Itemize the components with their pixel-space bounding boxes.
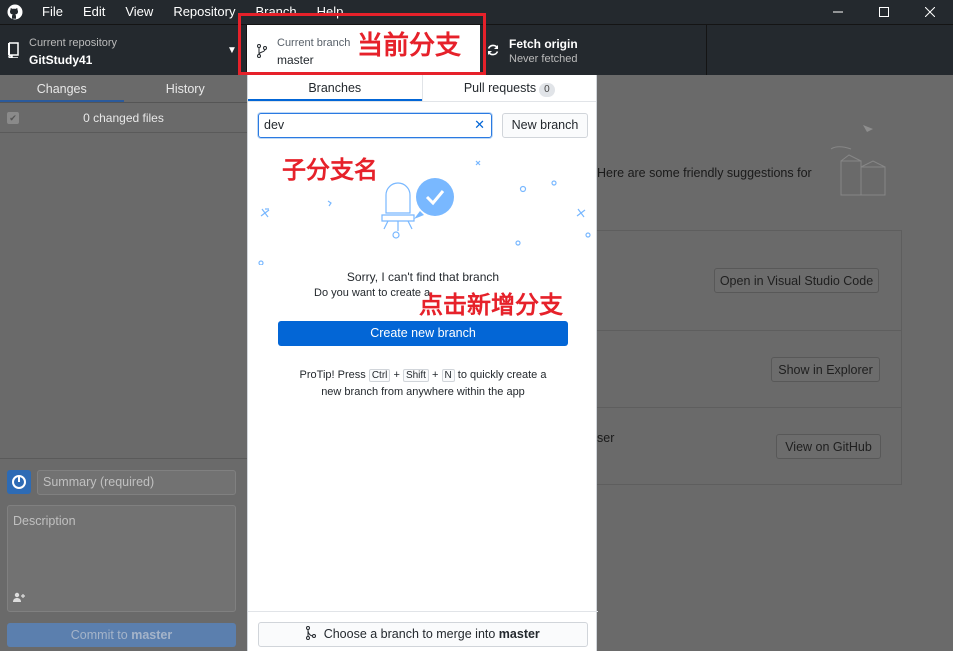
sync-icon	[486, 43, 500, 60]
git-merge-icon	[306, 626, 323, 641]
pull-request-count-badge: 0	[539, 83, 555, 97]
select-all-checkbox[interactable]: ✔	[7, 112, 19, 124]
avatar	[7, 470, 31, 494]
repo-icon	[7, 42, 19, 61]
branch-filter-input[interactable]: dev ✕	[258, 113, 492, 138]
description-placeholder: Description	[13, 514, 76, 528]
merge-prefix: Choose a branch to merge into	[323, 627, 499, 641]
annotation-current-branch: 当前分支	[357, 31, 462, 61]
merge-bar: Choose a branch to merge into master	[248, 611, 598, 651]
changed-files-header: ✔ 0 changed files	[0, 103, 247, 133]
sidebar-tabs: Changes History	[0, 75, 247, 103]
repository-name: GitStudy41	[29, 53, 93, 67]
add-coauthor-icon[interactable]	[13, 592, 25, 605]
commit-prefix: Commit to	[70, 628, 132, 642]
new-branch-button[interactable]: New branch	[502, 113, 588, 138]
main-content: Here are some friendly suggestions for O…	[597, 75, 953, 651]
menu-edit[interactable]: Edit	[73, 0, 115, 24]
commit-form: Summary (required) Description Commit to…	[0, 458, 247, 651]
sidebar: Changes History ✔ 0 changed files Summar…	[0, 75, 247, 651]
maximize-icon[interactable]	[861, 0, 907, 24]
show-in-explorer-button[interactable]: Show in Explorer	[771, 357, 880, 382]
desk-illustration-icon	[827, 121, 907, 204]
key-shift: Shift	[402, 369, 429, 382]
commit-button[interactable]: Commit to master	[7, 623, 236, 647]
no-branch-message: Sorry, I can't find that branch	[346, 270, 500, 284]
fetch-status: Never fetched	[509, 53, 578, 65]
annotation-click-new-branch: 点击新增分支	[419, 291, 563, 319]
annotation-sub-branch-name: 子分支名	[282, 156, 378, 184]
current-repository-button[interactable]: Current repository GitStudy41 ▼	[0, 25, 247, 75]
tab-history[interactable]: History	[124, 75, 248, 102]
create-branch-question: Do you want to create a	[314, 287, 431, 299]
suggestions-text: Here are some friendly suggestions for	[597, 166, 812, 180]
branch-filter-value: dev	[264, 118, 285, 132]
key-n: N	[441, 369, 455, 382]
merge-target-branch: master	[498, 627, 540, 641]
tab-pull-requests[interactable]: Pull requests 0	[421, 75, 597, 101]
key-ctrl: Ctrl	[368, 369, 391, 382]
github-logo-icon	[0, 0, 30, 24]
tab-branches[interactable]: Branches	[248, 75, 422, 101]
view-on-github-button[interactable]: View on GitHub	[776, 434, 881, 459]
protip-prefix: ProTip! Press	[299, 369, 366, 381]
create-new-branch-button[interactable]: Create new branch	[278, 321, 568, 346]
merge-into-branch-button[interactable]: Choose a branch to merge into master	[258, 622, 588, 647]
chevron-down-icon: ▼	[227, 45, 237, 56]
open-in-vscode-button[interactable]: Open in Visual Studio Code	[714, 268, 879, 293]
close-icon[interactable]	[907, 0, 953, 24]
dropdown-tabs: Branches Pull requests 0	[248, 75, 596, 102]
protip-text: ProTip! Press Ctrl + Shift + N to quickl…	[299, 369, 547, 398]
protip-suffix: to quickly create a	[457, 369, 547, 381]
protip-line2: new branch from anywhere within the app	[321, 386, 525, 398]
menu-file[interactable]: File	[32, 0, 73, 24]
menu-view[interactable]: View	[115, 0, 163, 24]
changed-files-count: 0 changed files	[83, 111, 164, 125]
commit-branch: master	[131, 628, 173, 642]
clear-icon[interactable]: ✕	[474, 117, 485, 133]
description-input[interactable]: Description	[7, 505, 236, 612]
fetch-origin-label: Fetch origin	[509, 37, 578, 51]
menu-repository[interactable]: Repository	[163, 0, 245, 24]
browser-text-fragment: ser	[597, 431, 615, 445]
summary-input[interactable]: Summary (required)	[37, 470, 236, 495]
minimize-icon[interactable]	[815, 0, 861, 24]
pull-requests-label: Pull requests	[463, 81, 537, 95]
current-repository-label: Current repository	[29, 37, 118, 49]
tab-changes[interactable]: Changes	[0, 75, 124, 102]
fetch-origin-button[interactable]: Fetch origin Never fetched	[480, 25, 707, 75]
